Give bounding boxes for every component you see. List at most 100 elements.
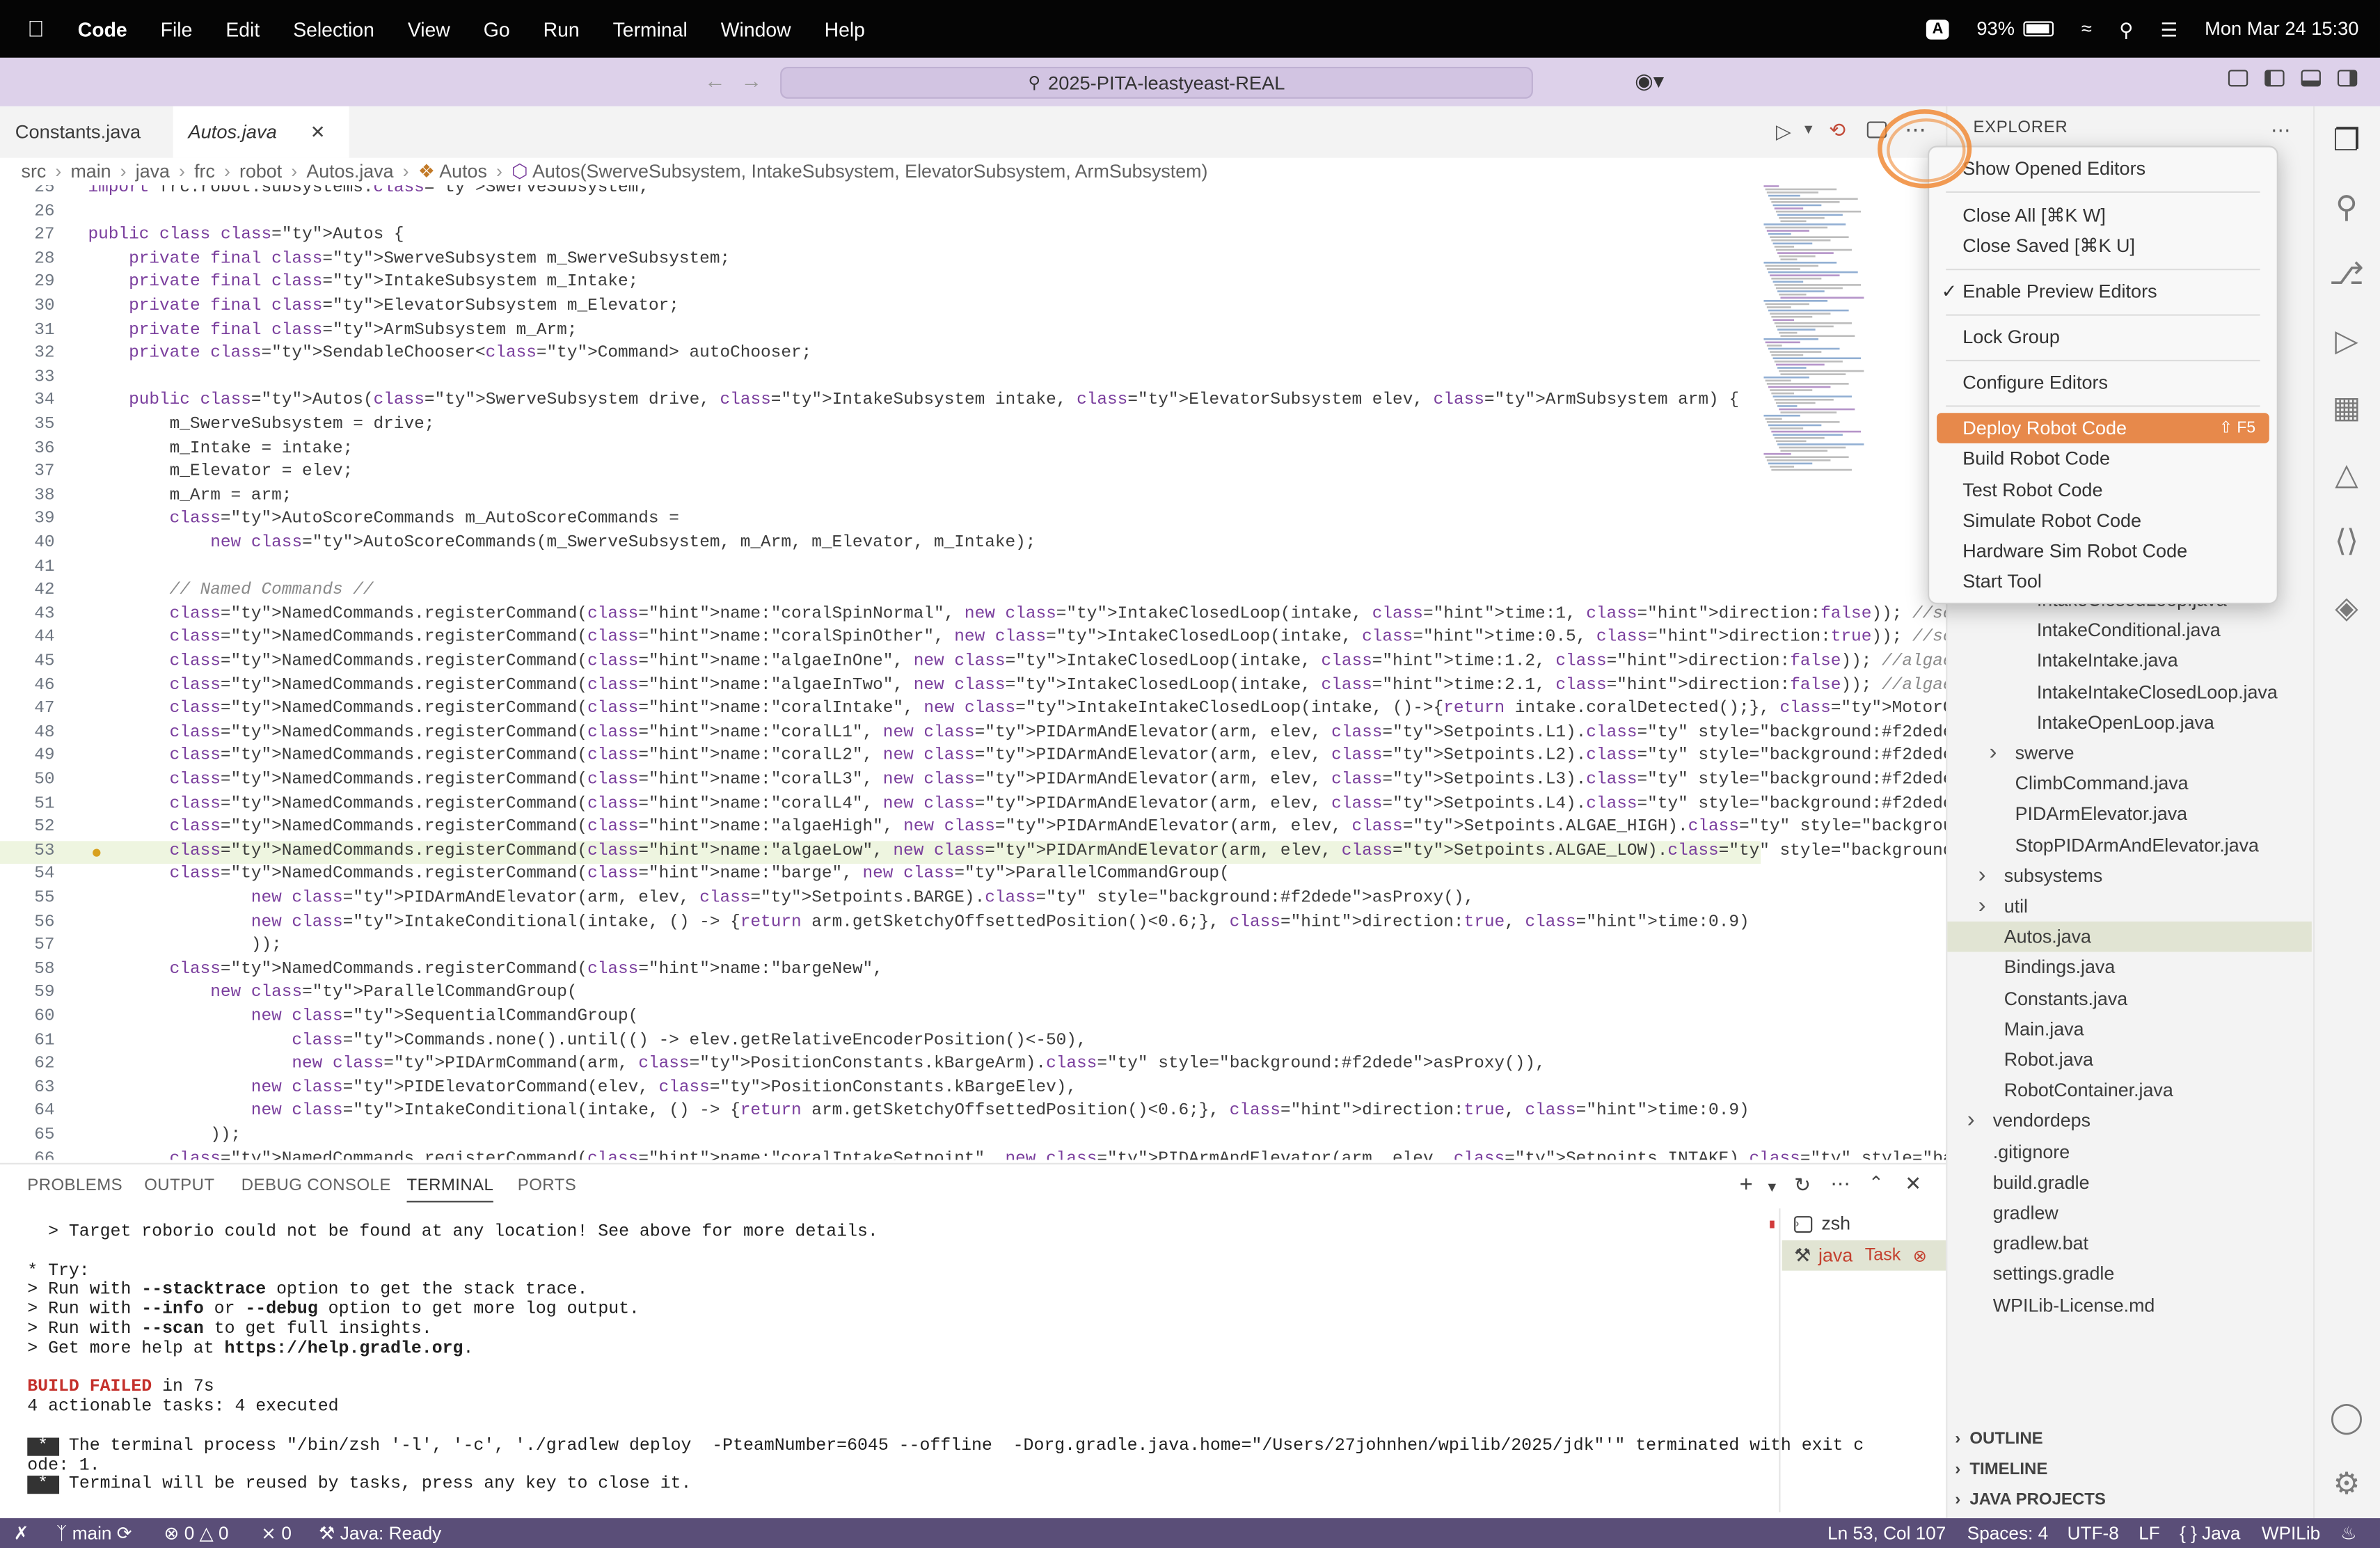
menu-item-test-robot-code[interactable]: Test Robot Code bbox=[1937, 475, 2269, 505]
code-line[interactable]: 46 class="ty">NamedCommands.registerComm… bbox=[0, 675, 1946, 699]
maximize-panel-icon[interactable]: ⌃ bbox=[1869, 1172, 1884, 1194]
code-line[interactable]: 44 class="ty">NamedCommands.registerComm… bbox=[0, 628, 1946, 651]
run-icon[interactable]: ▷ bbox=[1776, 120, 1791, 144]
menu-item-build-robot-code[interactable]: Build Robot Code bbox=[1937, 444, 2269, 475]
tab-terminal[interactable]: TERMINAL bbox=[406, 1176, 494, 1203]
code-line[interactable]: 56 new class="ty">IntakeConditional(inta… bbox=[0, 912, 1761, 935]
explorer-files-icon[interactable]: ❐ bbox=[2324, 117, 2369, 162]
menu-window[interactable]: Window bbox=[721, 17, 791, 40]
close-panel-icon[interactable]: ✕ bbox=[1905, 1172, 1921, 1196]
code-line[interactable]: 62 new class="ty">PIDArmCommand(arm, cla… bbox=[0, 1054, 1761, 1077]
code-line[interactable]: 32 private class="ty">SendableChooser<cl… bbox=[0, 343, 1761, 367]
copilot-icon[interactable]: ◉▾ bbox=[1635, 68, 1664, 94]
apple-menu-icon[interactable]:  bbox=[27, 16, 45, 42]
wifi-icon[interactable]: ≈ bbox=[2081, 18, 2092, 40]
battery-icon[interactable] bbox=[2024, 21, 2054, 37]
menu-item-deploy-robot-code[interactable]: Deploy Robot Code ⇧ F5 bbox=[1937, 413, 2269, 444]
menu-item-lock-group[interactable]: Lock Group bbox=[1937, 322, 2269, 352]
menu-file[interactable]: File bbox=[161, 17, 193, 40]
close-icon[interactable]: ✕ bbox=[310, 121, 326, 143]
code-line[interactable]: 43 class="ty">NamedCommands.registerComm… bbox=[0, 604, 1946, 628]
menu-help[interactable]: Help bbox=[825, 17, 865, 40]
code-line[interactable]: 35 m_SwerveSubsystem = drive; bbox=[0, 414, 1761, 438]
code-line[interactable]: 42 // Named Commands // bbox=[0, 580, 1761, 604]
code-line[interactable]: 39 class="ty">AutoScoreCommands m_AutoSc… bbox=[0, 510, 1761, 533]
breadcrumb-item[interactable]: main bbox=[70, 161, 111, 182]
menu-edit[interactable]: Edit bbox=[225, 17, 260, 40]
file-item[interactable]: gradlew bbox=[1993, 1198, 2058, 1229]
file-item[interactable]: Constants.java bbox=[2004, 983, 2127, 1013]
folder-item[interactable]: util bbox=[2004, 891, 2028, 922]
menu-run[interactable]: Run bbox=[544, 17, 580, 40]
extensions-icon[interactable]: ▦ bbox=[2324, 384, 2369, 429]
code-line[interactable]: 64 new class="ty">IntakeConditional(inta… bbox=[0, 1101, 1761, 1125]
tab-debug-console[interactable]: DEBUG CONSOLE bbox=[241, 1176, 391, 1194]
customize-layout-icon[interactable] bbox=[2228, 70, 2248, 87]
forward-arrow-icon[interactable]: → bbox=[740, 68, 762, 93]
java-status[interactable]: ⚒ Java: Ready bbox=[319, 1523, 441, 1545]
section-outline[interactable]: › OUTLINE bbox=[1955, 1430, 2042, 1448]
minimap[interactable] bbox=[1761, 185, 1928, 481]
breadcrumb-item[interactable]: src bbox=[22, 161, 47, 182]
code-line[interactable]: 53 class="ty">NamedCommands.registerComm… bbox=[0, 840, 1946, 864]
code-line[interactable]: 34 public class="ty">Autos(class="ty">Sw… bbox=[0, 390, 1761, 414]
testing-flask-icon[interactable]: △ bbox=[2324, 451, 2369, 496]
code-line[interactable]: 57 )); bbox=[0, 935, 1761, 959]
code-line[interactable]: 60 new class="ty">SequentialCommandGroup… bbox=[0, 1006, 1761, 1030]
run-debug-icon[interactable]: ▷ bbox=[2324, 317, 2369, 363]
toggle-primary-sidebar-icon[interactable] bbox=[2264, 70, 2285, 87]
menu-go[interactable]: Go bbox=[484, 17, 510, 40]
toggle-secondary-sidebar-icon[interactable] bbox=[2337, 70, 2358, 87]
menu-item-start-tool[interactable]: Start Tool bbox=[1937, 567, 2269, 597]
code-line[interactable]: 45 class="ty">NamedCommands.registerComm… bbox=[0, 651, 1946, 675]
code-line[interactable]: 25 import frc.robot.subsystems.class="ty"… bbox=[0, 185, 1761, 201]
rerun-icon[interactable]: ↻ bbox=[1794, 1174, 1811, 1198]
end-of-line[interactable]: LF bbox=[2139, 1523, 2160, 1545]
notifications-bell-icon[interactable]: ♨ bbox=[2340, 1523, 2356, 1545]
code-line[interactable]: 58 class="ty">NamedCommands.registerComm… bbox=[0, 959, 1761, 983]
problems-status[interactable]: ⊗ 0 △ 0 bbox=[164, 1523, 229, 1545]
file-item[interactable]: PIDArmElevator.java bbox=[2015, 799, 2187, 830]
command-center-search[interactable]: ⚲ 2025-PITA-leastyeast-REAL bbox=[780, 66, 1533, 99]
code-line[interactable]: 38 m_Arm = arm; bbox=[0, 486, 1761, 510]
file-item[interactable]: IntakeIntakeClosedLoop.java bbox=[2037, 677, 2278, 707]
chevron-down-icon[interactable]: ▼ bbox=[1766, 1180, 1779, 1195]
tab-ports[interactable]: PORTS bbox=[518, 1176, 576, 1194]
code-line[interactable]: 26 bbox=[0, 201, 1761, 225]
code-line[interactable]: 29 private final class="ty">IntakeSubsys… bbox=[0, 272, 1761, 296]
accounts-icon[interactable]: ◯ bbox=[2324, 1393, 2369, 1439]
file-item[interactable]: settings.gradle bbox=[1993, 1259, 2114, 1290]
code-line[interactable]: 66 class="ty">NamedCommands.registerComm… bbox=[0, 1148, 1946, 1160]
file-item[interactable]: RobotContainer.java bbox=[2004, 1075, 2173, 1106]
breadcrumb-item[interactable]: robot bbox=[239, 161, 282, 182]
diff-icon[interactable]: ⟲ bbox=[1829, 118, 1846, 143]
section-timeline[interactable]: › TIMELINE bbox=[1955, 1460, 2047, 1478]
code-line[interactable]: 33 bbox=[0, 367, 1761, 390]
menu-view[interactable]: View bbox=[408, 17, 450, 40]
chevron-right-icon[interactable]: › bbox=[1978, 892, 1986, 918]
lightbulb-icon[interactable]: ● bbox=[91, 841, 102, 862]
code-line[interactable]: 59 new class="ty">ParallelCommandGroup( bbox=[0, 983, 1761, 1006]
code-line[interactable]: 61 class="ty">Commands.none().until(() -… bbox=[0, 1030, 1761, 1054]
file-item[interactable]: Robot.java bbox=[2004, 1045, 2093, 1075]
file-item[interactable]: ClimbCommand.java bbox=[2015, 768, 2189, 799]
section-java-projects[interactable]: › JAVA PROJECTS bbox=[1955, 1491, 2106, 1509]
code-line[interactable]: 65 )); bbox=[0, 1125, 1761, 1148]
menu-item-simulate-robot-code[interactable]: Simulate Robot Code bbox=[1937, 505, 2269, 536]
menu-terminal[interactable]: Terminal bbox=[613, 17, 688, 40]
cursor-position[interactable]: Ln 53, Col 107 bbox=[1827, 1523, 1946, 1545]
code-line[interactable]: 27 public class class="ty">Autos { bbox=[0, 225, 1761, 248]
tab-problems[interactable]: PROBLEMS bbox=[27, 1176, 122, 1194]
breadcrumb-item[interactable]: Autos.java bbox=[306, 161, 393, 182]
code-line[interactable]: 52 class="ty">NamedCommands.registerComm… bbox=[0, 817, 1946, 841]
file-item[interactable]: build.gradle bbox=[1993, 1167, 2090, 1198]
spotlight-search-icon[interactable]: ⚲ bbox=[2119, 17, 2133, 40]
file-item[interactable]: gradlew.bat bbox=[1993, 1229, 2088, 1259]
menu-item-configure-editors[interactable]: Configure Editors bbox=[1937, 368, 2269, 398]
code-editor[interactable]: 25 import frc.robot.subsystems.class="ty"… bbox=[0, 185, 1946, 1160]
tab-output[interactable]: OUTPUT bbox=[144, 1176, 214, 1194]
tab-autos-java[interactable]: Autos.java ✕ bbox=[173, 106, 349, 158]
chevron-right-icon[interactable]: › bbox=[1967, 1107, 1975, 1133]
remote-explorer-icon[interactable]: ⟨⟩ bbox=[2324, 518, 2369, 563]
code-line[interactable]: 54 class="ty">NamedCommands.registerComm… bbox=[0, 864, 1761, 888]
